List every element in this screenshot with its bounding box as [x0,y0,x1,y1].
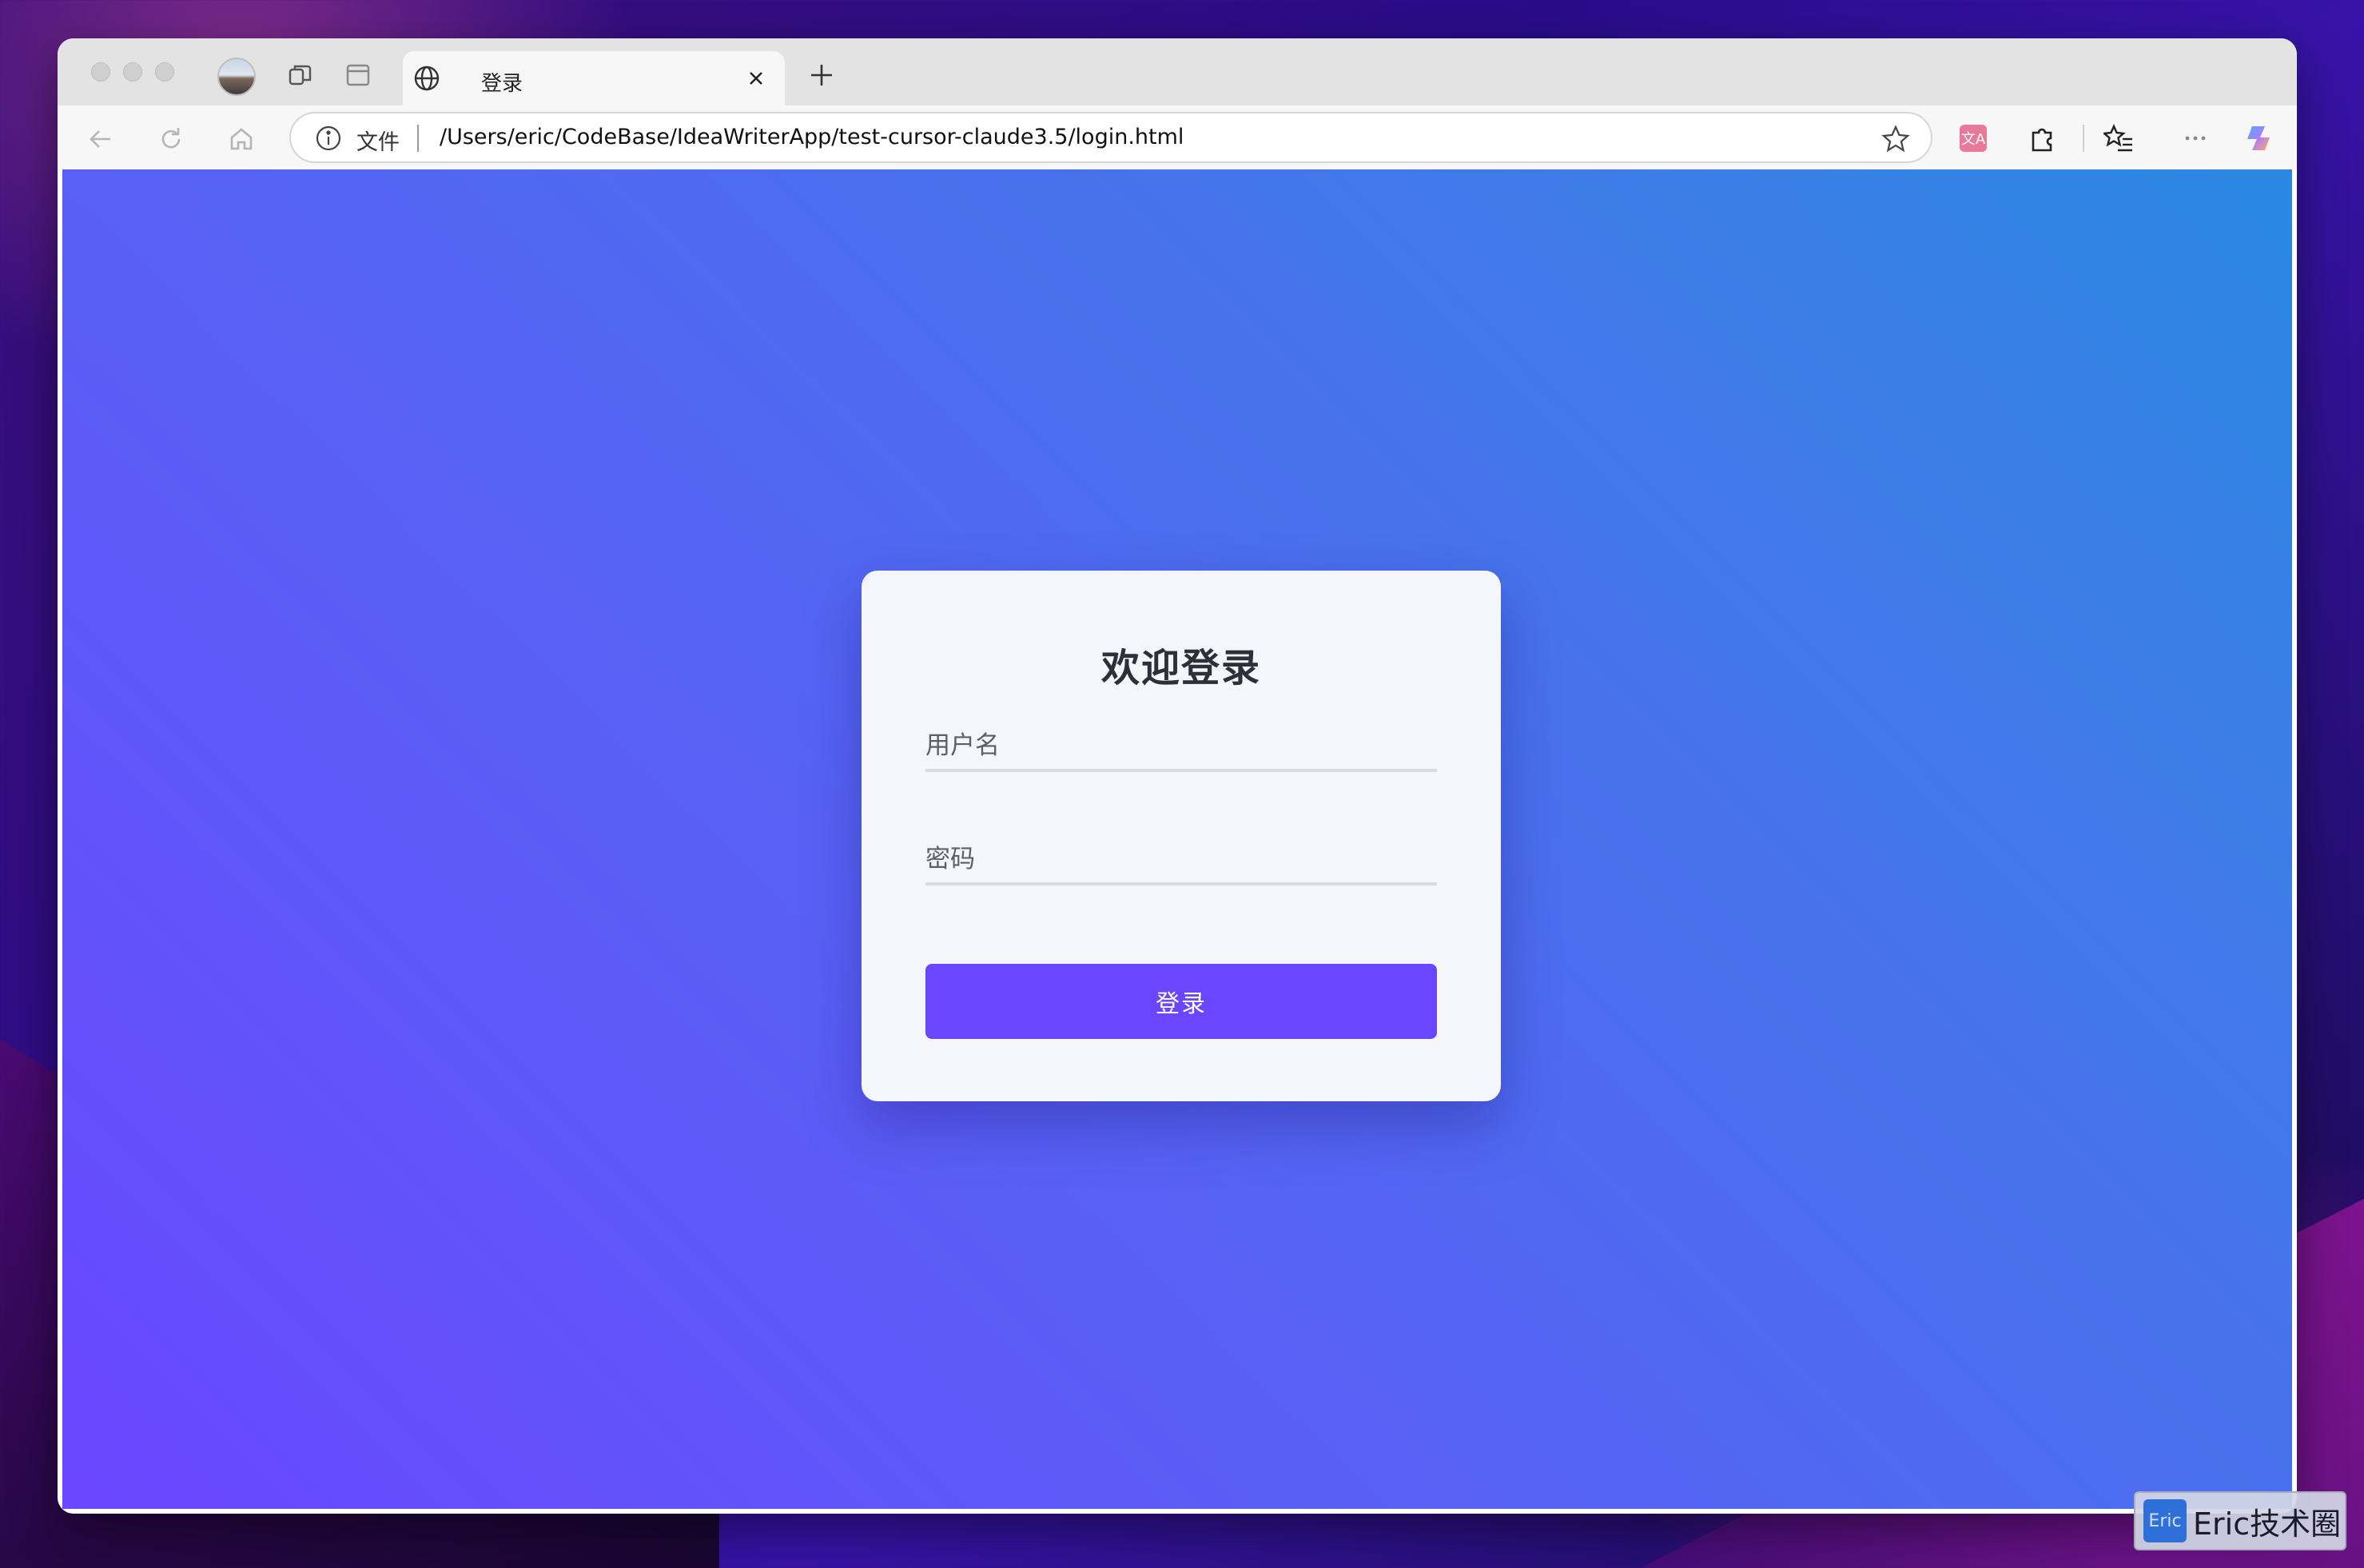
username-field-wrapper [925,708,1437,772]
toolbar-divider [2083,125,2084,152]
favorite-star-icon[interactable] [1880,123,1912,155]
close-window-button[interactable] [91,62,110,82]
copilot-icon[interactable] [2243,120,2279,157]
minimize-window-button[interactable] [123,62,142,82]
close-tab-button[interactable] [742,64,770,93]
login-card: 欢迎登录 登录 [862,571,1501,1101]
url-scheme-label: 文件 [356,130,400,155]
zoom-window-button[interactable] [155,62,174,82]
address-divider [417,125,419,152]
back-button[interactable] [83,121,118,157]
favorites-icon[interactable] [2100,120,2137,157]
translate-extension-icon[interactable]: 文A [1955,120,1992,157]
new-tab-button[interactable] [804,58,839,93]
svg-text:文A: 文A [1961,131,1986,148]
tab-bar: 登录 [58,38,2297,105]
vertical-tabs-icon[interactable] [342,59,374,91]
refresh-button[interactable] [153,121,189,157]
info-icon[interactable] [315,125,342,152]
username-input[interactable] [925,708,1437,769]
profile-avatar[interactable] [217,58,256,96]
watermark-text: Eric技术圈 [2193,1506,2342,1542]
extensions-puzzle-icon[interactable] [2024,120,2060,157]
watermark: Eric Eric技术圈 [2134,1491,2346,1550]
url-text[interactable]: /Users/eric/CodeBase/IdeaWriterApp/test-… [440,125,1184,149]
password-input[interactable] [925,822,1437,882]
tab-title: 登录 [481,72,523,96]
browser-toolbar: 文件 /Users/eric/CodeBase/IdeaWriterApp/te… [58,105,2297,169]
more-options-icon[interactable] [2177,120,2214,157]
page-viewport: 欢迎登录 登录 [62,169,2292,1509]
login-button[interactable]: 登录 [925,964,1437,1039]
tab-active[interactable]: 登录 [403,51,785,105]
watermark-logo: Eric [2143,1499,2187,1542]
globe-icon [412,64,441,93]
browser-window: 登录 文件 /Users/eric/CodeBase/IdeaWriterApp… [58,38,2297,1514]
workspaces-icon[interactable] [285,59,316,91]
home-button[interactable] [224,121,259,157]
password-field-wrapper [925,822,1437,885]
login-title: 欢迎登录 [1100,646,1261,690]
address-bar[interactable]: 文件 /Users/eric/CodeBase/IdeaWriterApp/te… [289,112,1932,163]
